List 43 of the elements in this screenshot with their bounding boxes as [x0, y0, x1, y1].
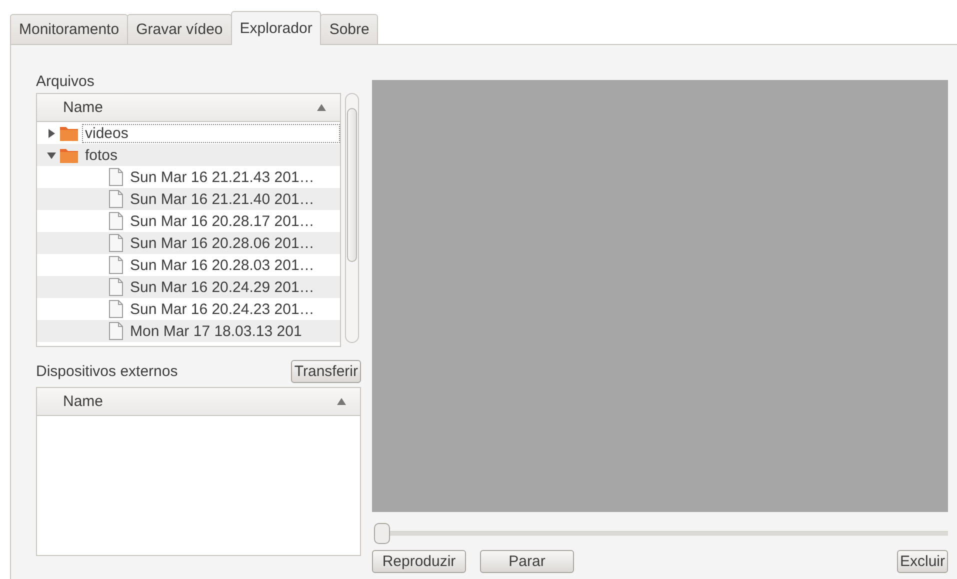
tree-row[interactable]: Mon Mar 17 18.03.13 201	[37, 320, 340, 342]
tab[interactable]: Monitoramento	[10, 14, 128, 45]
folder-icon	[60, 147, 78, 163]
file-icon	[109, 300, 123, 318]
tree-row[interactable]: Sun Mar 16 21.21.40 201…	[37, 188, 340, 210]
file-name: Sun Mar 16 20.28.17 201…	[129, 212, 316, 230]
file-name: Sun Mar 16 20.28.03 201…	[129, 256, 316, 274]
slider-thumb[interactable]	[374, 523, 390, 544]
file-name: Sun Mar 16 21.21.40 201…	[129, 190, 316, 208]
tree-row[interactable]: Sun Mar 16 20.24.29 201…	[37, 276, 340, 298]
file-icon	[109, 256, 123, 274]
delete-button[interactable]: Excluir	[896, 550, 948, 573]
file-name: Mon Mar 17 18.03.13 201	[129, 322, 303, 340]
tab[interactable]: Sobre	[320, 14, 378, 45]
file-name: Sun Mar 16 20.28.06 201…	[129, 234, 316, 252]
sort-arrow-icon[interactable]	[337, 398, 346, 405]
column-header[interactable]: Name	[37, 94, 340, 122]
tab[interactable]: Explorador	[230, 11, 322, 45]
scrollbar[interactable]	[345, 93, 359, 343]
column-header[interactable]: Name	[37, 388, 360, 416]
collapse-arrow-icon[interactable]	[47, 150, 56, 160]
file-name: Sun Mar 16 20.24.23 201…	[129, 300, 316, 318]
file-name: Sun Mar 16 20.24.29 201…	[129, 278, 316, 296]
file-name: Sun Mar 16 21.21.43 201…	[129, 168, 316, 186]
file-icon	[109, 234, 123, 252]
transfer-button[interactable]: Transferir	[291, 360, 361, 383]
sort-arrow-icon[interactable]	[317, 104, 326, 111]
tab[interactable]: Gravar vídeo	[127, 14, 232, 45]
stop-button[interactable]: Parar	[480, 550, 574, 573]
file-icon	[109, 322, 123, 340]
file-icon	[109, 278, 123, 296]
expand-arrow-icon[interactable]	[47, 128, 56, 138]
section-label: Arquivos	[36, 72, 96, 92]
play-button[interactable]: Reproduzir	[372, 550, 466, 573]
folder-name: fotos	[84, 146, 119, 164]
file-icon	[109, 168, 123, 186]
section-label: Dispositivos externos	[36, 362, 178, 382]
tree-row[interactable]: fotos	[37, 144, 340, 166]
folder-name: videos	[82, 124, 340, 142]
file-icon	[109, 212, 123, 230]
folder-icon	[60, 125, 78, 141]
file-icon	[109, 190, 123, 208]
tree-row[interactable]: Sun Mar 16 20.28.06 201…	[37, 232, 340, 254]
